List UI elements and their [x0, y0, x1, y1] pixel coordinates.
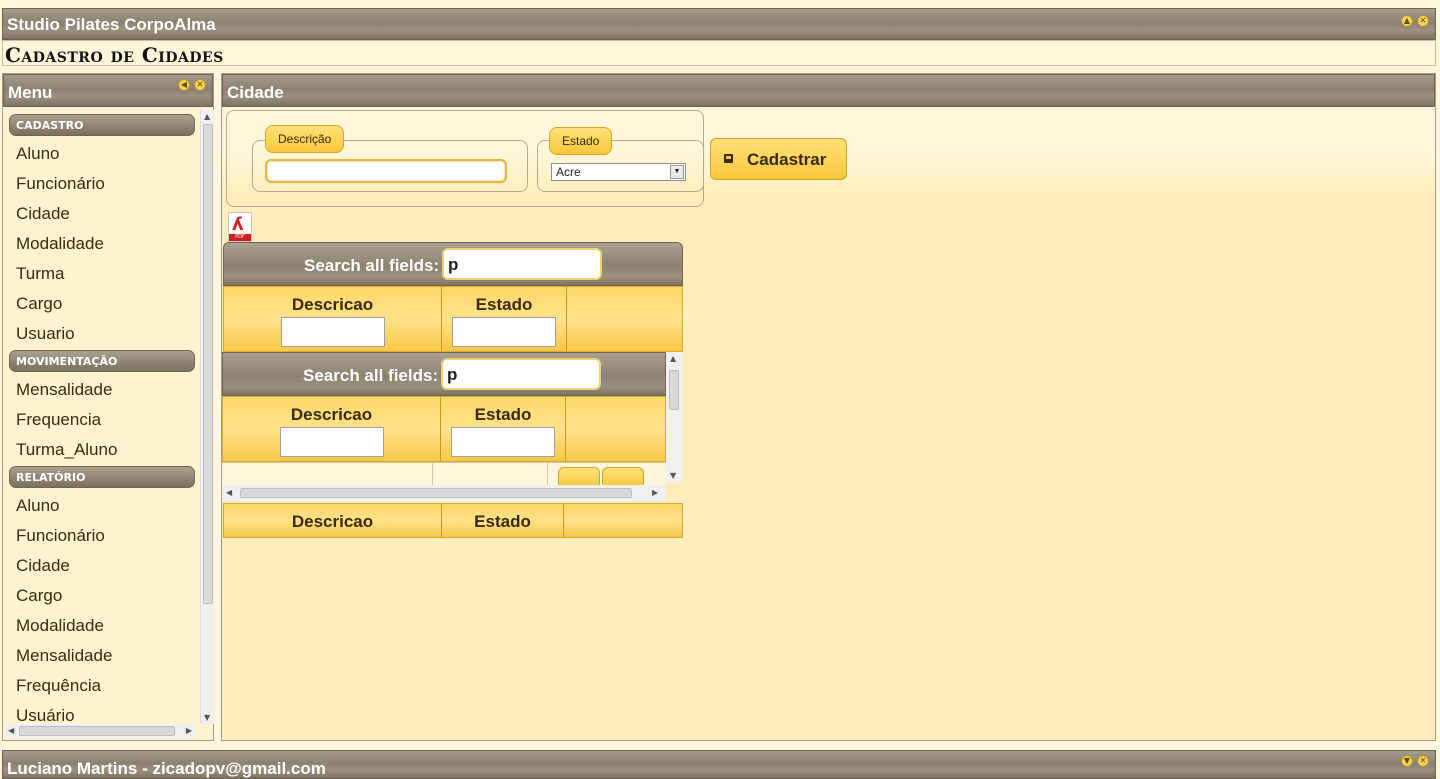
main-title: Cidade — [227, 83, 284, 102]
footer-column-estado: Estado — [442, 504, 564, 537]
search-input-2[interactable]: p — [441, 358, 601, 390]
report-item-frequencia[interactable]: Frequência — [3, 670, 199, 700]
column-estado-label-2: Estado — [474, 405, 532, 424]
menu-item-cargo[interactable]: Cargo — [3, 288, 199, 318]
main-header: Cidade — [222, 74, 1435, 107]
column-descricao[interactable]: Descricao — [224, 287, 442, 351]
estado-filter-input-2[interactable] — [451, 427, 555, 457]
menu-item-usuario[interactable]: Usuario — [3, 318, 199, 348]
scroll-down-icon[interactable]: ▼ — [204, 713, 210, 722]
column-estado-2[interactable]: Estado — [441, 397, 566, 461]
grid-vertical-scrollbar[interactable]: ▲ ▼ — [666, 352, 682, 482]
menu-section-relatorio[interactable]: RELATÓRIO — [9, 466, 195, 488]
pdf-icon[interactable]: ʎ PDF — [228, 212, 252, 242]
footer-estado-label: Estado — [474, 512, 531, 531]
city-form: Descrição Estado Acre ▼ — [226, 110, 704, 207]
estado-filter-input[interactable] — [452, 317, 556, 347]
estado-select[interactable]: Acre ▼ — [551, 163, 686, 181]
main-panel: Cidade Descrição Estado Acre ▼ Cadastrar… — [221, 73, 1436, 741]
report-item-cidade[interactable]: Cidade — [3, 550, 199, 580]
menu-item-modalidade[interactable]: Modalidade — [3, 228, 199, 258]
app-window-controls: ▲ ✕ — [1401, 15, 1429, 27]
sidebar-title: Menu — [8, 83, 53, 102]
menu-list: CADASTRO Aluno Funcionário Cidade Modali… — [3, 112, 199, 724]
close-icon[interactable]: ✕ — [1417, 15, 1429, 27]
estado-selected-value: Acre — [556, 165, 581, 179]
scroll-left-icon[interactable]: ◀ — [226, 488, 232, 497]
report-item-modalidade[interactable]: Modalidade — [3, 610, 199, 640]
report-item-funcionario[interactable]: Funcionário — [3, 520, 199, 550]
search-label-2: Search all fields: — [303, 366, 439, 385]
menu-item-frequencia[interactable]: Frequencia — [3, 404, 199, 434]
footer-controls: ▼ ✕ — [1401, 755, 1429, 767]
scroll-right-icon[interactable]: ▶ — [186, 726, 192, 735]
table-row[interactable] — [222, 462, 666, 489]
user-info: Luciano Martins - zicadopv@gmail.com — [7, 759, 326, 778]
page-banner: Cadastro de Cidades — [2, 40, 1436, 67]
cadastrar-button[interactable]: Cadastrar — [710, 138, 847, 180]
menu-item-aluno[interactable]: Aluno — [3, 138, 199, 168]
expand-icon[interactable]: ▼ — [1401, 755, 1413, 767]
sidebar-horizontal-scrollbar[interactable]: ◀ ▶ — [5, 724, 195, 738]
menu-item-mensalidade[interactable]: Mensalidade — [3, 374, 199, 404]
scroll-down-icon[interactable]: ▼ — [670, 471, 676, 480]
app-header: Studio Pilates CorpoAlma ▲ ✕ — [2, 8, 1436, 40]
scroll-left-icon[interactable]: ◀ — [8, 726, 14, 735]
sidebar-scroll-thumb[interactable] — [203, 124, 213, 604]
sidebar-controls: ◀ ✕ — [178, 79, 206, 91]
menu-item-turma[interactable]: Turma — [3, 258, 199, 288]
app-title: Studio Pilates CorpoAlma — [7, 15, 216, 34]
grid-horizontal-scrollbar[interactable]: ◀ ▶ — [222, 485, 666, 501]
grid-primary: Search all fields: p Descricao Estado — [223, 242, 685, 354]
save-icon — [724, 154, 733, 163]
grid-scroll-thumb[interactable] — [669, 370, 679, 410]
descricao-legend: Descrição — [265, 125, 345, 153]
cadastrar-label: Cadastrar — [747, 150, 827, 169]
grid2-search-bar: Search all fields: p — [222, 352, 666, 396]
collapse-icon[interactable]: ◀ — [178, 79, 190, 91]
sidebar-header: Menu ◀ ✕ — [3, 74, 213, 107]
menu-section-movimentacao[interactable]: MOVIMENTAÇÃO — [9, 350, 195, 372]
column-estado[interactable]: Estado — [442, 287, 567, 351]
close-icon[interactable]: ✕ — [194, 79, 206, 91]
grid-hscroll-thumb[interactable] — [240, 488, 632, 498]
estado-legend: Estado — [549, 127, 613, 155]
search-label: Search all fields: — [304, 256, 440, 275]
descricao-filter-input-2[interactable] — [280, 427, 384, 457]
footer-descricao-label: Descricao — [291, 512, 374, 531]
grid-column-header: Descricao Estado — [223, 286, 683, 352]
column-descricao-label-2: Descricao — [290, 405, 373, 424]
search-input[interactable]: p — [442, 248, 602, 280]
report-item-usuario[interactable]: Usuário — [3, 700, 199, 724]
report-item-cargo[interactable]: Cargo — [3, 580, 199, 610]
scroll-up-icon[interactable]: ▲ — [670, 354, 676, 363]
menu-item-cidade[interactable]: Cidade — [3, 198, 199, 228]
minimize-icon[interactable]: ▲ — [1401, 15, 1413, 27]
column-estado-label: Estado — [475, 295, 533, 314]
dropdown-arrow-icon[interactable]: ▼ — [670, 165, 684, 179]
grid2-column-header: Descricao Estado — [222, 396, 666, 462]
scroll-up-icon[interactable]: ▲ — [204, 112, 210, 121]
sidebar-hscroll-thumb[interactable] — [19, 726, 175, 736]
status-footer: Luciano Martins - zicadopv@gmail.com ▼ ✕ — [2, 750, 1436, 779]
menu-section-cadastro[interactable]: CADASTRO — [9, 114, 195, 136]
descricao-input[interactable] — [265, 159, 507, 183]
report-item-aluno[interactable]: Aluno — [3, 490, 199, 520]
sidebar-menu: Menu ◀ ✕ CADASTRO Aluno Funcionário Cida… — [2, 73, 214, 741]
scroll-right-icon[interactable]: ▶ — [652, 488, 658, 497]
page-title: Cadastro de Cidades — [5, 43, 224, 67]
close-icon[interactable]: ✕ — [1417, 755, 1429, 767]
sidebar-vertical-scrollbar[interactable]: ▲ ▼ — [200, 110, 214, 724]
footer-column-descricao: Descricao — [224, 504, 442, 537]
grid-footer: Descricao Estado — [223, 503, 683, 538]
report-item-mensalidade[interactable]: Mensalidade — [3, 640, 199, 670]
descricao-filter-input[interactable] — [281, 317, 385, 347]
menu-item-turma-aluno[interactable]: Turma_Aluno — [3, 434, 199, 464]
column-descricao-label: Descricao — [291, 295, 374, 314]
column-descricao-2[interactable]: Descricao — [223, 397, 441, 461]
grid-search-bar: Search all fields: p — [223, 242, 683, 286]
menu-item-funcionario[interactable]: Funcionário — [3, 168, 199, 198]
